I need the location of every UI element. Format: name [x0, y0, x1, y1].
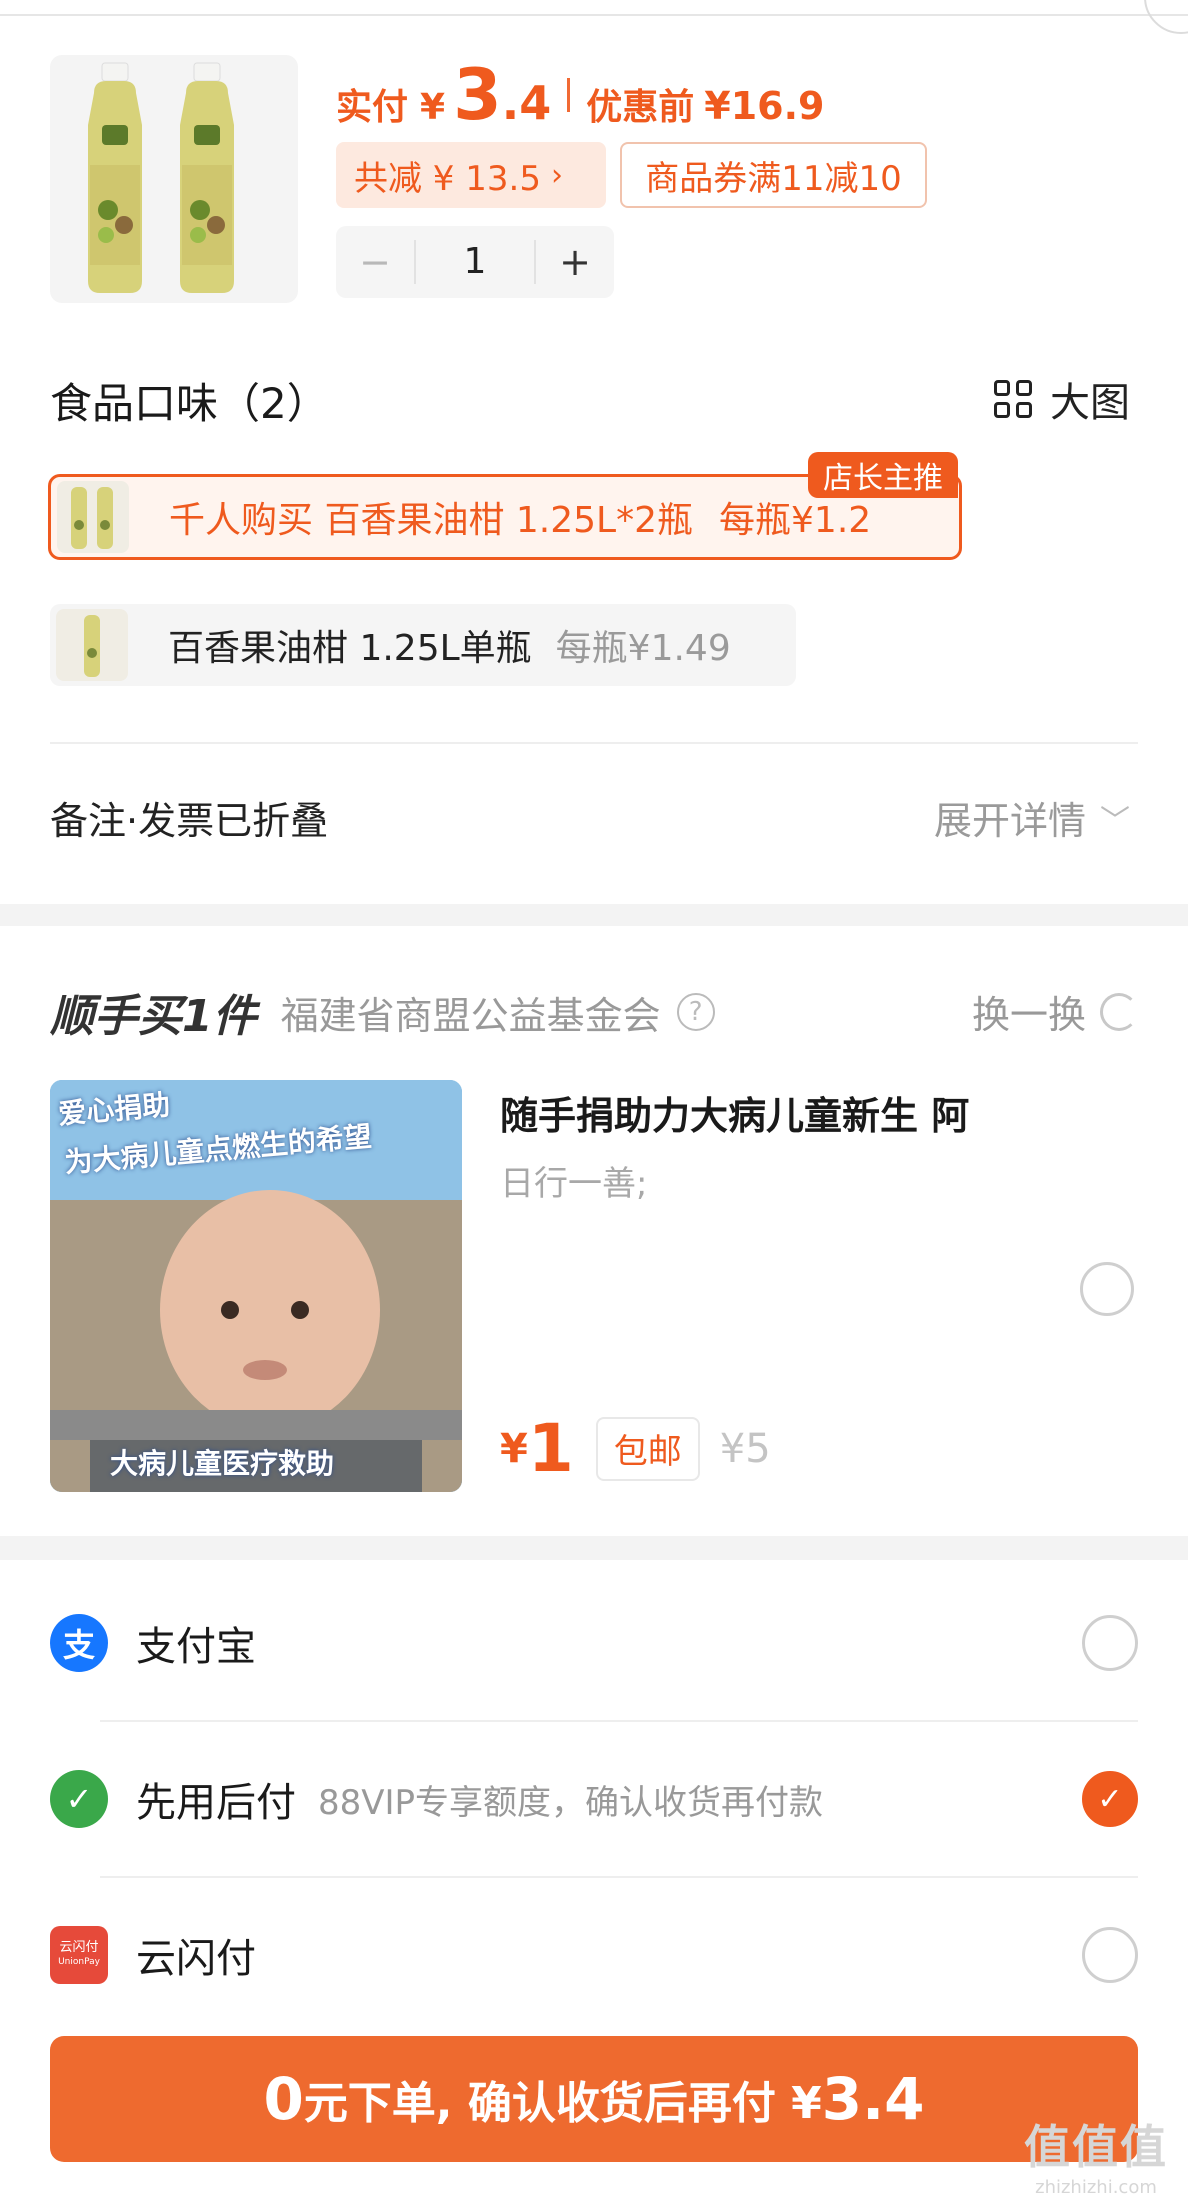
- flavor-title: 食品口味（2）: [50, 379, 329, 428]
- option-thumbnail: [56, 609, 128, 681]
- donation-org: 福建省商盟公益基金会: [280, 993, 661, 1038]
- alipay-icon: 支: [50, 1614, 108, 1672]
- swap-button[interactable]: 换一换: [972, 984, 1138, 1039]
- submit-zero: 0: [263, 2065, 304, 2133]
- donation-title: 顺手买1件: [50, 991, 257, 1042]
- flavor-option[interactable]: 百香果油柑 1.25L单瓶 每瓶¥1.49: [50, 604, 796, 686]
- option-text: 千人购买 百香果油柑 1.25L*2瓶: [169, 500, 694, 541]
- note-invoice-label: 备注·发票已折叠: [50, 799, 329, 843]
- donation-price: 1: [527, 1410, 574, 1487]
- payment-label: 先用后付: [136, 1780, 296, 1826]
- payment-radio[interactable]: [1082, 1927, 1138, 1983]
- option-text: 百香果油柑 1.25L单瓶: [168, 628, 532, 669]
- submit-text: 元下单, 确认收货后再付 ¥: [303, 2078, 822, 2129]
- free-shipping-tag: 包邮: [595, 1416, 700, 1481]
- price-separator: [567, 78, 571, 112]
- paid-price-int: 3: [453, 54, 502, 136]
- section-gap: [0, 1536, 1188, 1560]
- payment-radio[interactable]: [1082, 1615, 1138, 1671]
- shopping-bag-icon: ✓: [50, 1770, 108, 1828]
- big-picture-label: 大图: [1050, 380, 1130, 426]
- payment-sublabel: 88VIP专享额度，确认收货再付款: [318, 1782, 824, 1823]
- help-icon[interactable]: ?: [676, 993, 715, 1031]
- submit-amount: 3.4: [821, 2065, 925, 2133]
- orig-price: ¥16.9: [704, 84, 825, 128]
- grid-icon: [994, 380, 1032, 418]
- swap-label: 换一换: [971, 993, 1086, 1037]
- option-unit-price: 每瓶¥1.2: [719, 500, 872, 541]
- payment-label: 支付宝: [136, 1624, 256, 1670]
- big-picture-button[interactable]: 大图: [994, 370, 1130, 428]
- refresh-icon: [1100, 992, 1138, 1031]
- plus-button[interactable]: +: [536, 240, 614, 284]
- corner-circle: [1144, 0, 1188, 34]
- expand-details-button[interactable]: 展开详情 ﹀: [934, 790, 1130, 845]
- payment-bnpl[interactable]: ✓ 先用后付 88VIP专享额度，确认收货再付款 ✓: [50, 1722, 1138, 1876]
- option-thumbnail: [57, 481, 129, 553]
- payment-label: 云闪付: [136, 1936, 256, 1982]
- top-divider: [0, 14, 1188, 16]
- donation-radio[interactable]: [1080, 1262, 1134, 1316]
- divider: [50, 742, 1138, 744]
- donation-image-caption: 大病儿童医疗救助: [110, 1447, 335, 1480]
- payment-unionpay[interactable]: 云闪付 UnionPay 云闪付: [50, 1878, 1138, 2032]
- recommend-badge: 店长主推: [808, 452, 958, 498]
- orig-price-label: 优惠前: [586, 87, 695, 128]
- quantity-value[interactable]: 1: [414, 240, 536, 284]
- payment-alipay[interactable]: 支 支付宝: [50, 1566, 1138, 1720]
- donation-price-row: ¥ 1 包邮 ¥5: [500, 1410, 771, 1487]
- option-unit-price: 每瓶¥1.49: [555, 628, 731, 669]
- donation-currency: ¥: [500, 1425, 528, 1472]
- donation-desc: 日行一善;: [500, 1164, 648, 1204]
- paid-currency: ¥: [420, 87, 446, 128]
- section-gap: [0, 904, 1188, 926]
- quantity-stepper[interactable]: − 1 +: [336, 226, 614, 298]
- product-image[interactable]: [50, 55, 298, 303]
- minus-button[interactable]: −: [336, 240, 414, 284]
- expand-details-label: 展开详情: [933, 799, 1086, 843]
- watermark-logo: 值值值: [1024, 2120, 1168, 2174]
- chevron-down-icon: ﹀: [1100, 803, 1130, 839]
- donation-name: 随手捐助力大病儿童新生 阿: [500, 1094, 970, 1138]
- price-row: 实付 ¥ 3 .4 优惠前 ¥16.9: [336, 60, 825, 130]
- paid-price-dec: .4: [501, 76, 552, 130]
- donation-header: 顺手买1件 福建省商盟公益基金会 ?: [50, 980, 715, 1044]
- watermark: 值值值 zhizhizhi.com: [1024, 2111, 1168, 2198]
- discount-total-text: 共减 ¥ 13.5: [354, 158, 541, 199]
- coupon-tag: 商品券满11减10: [620, 142, 927, 208]
- submit-order-button[interactable]: 0 元下单, 确认收货后再付 ¥ 3.4: [50, 2036, 1138, 2162]
- watermark-url: zhizhizhi.com: [1035, 2177, 1157, 2198]
- donation-image[interactable]: 爱心捐助 为大病儿童点燃生的希望 大病儿童医疗救助: [50, 1080, 462, 1492]
- paid-label: 实付: [336, 87, 409, 128]
- chevron-right-icon: ›: [550, 157, 563, 193]
- checkmark-icon[interactable]: ✓: [1082, 1771, 1138, 1827]
- discount-total-tag[interactable]: 共减 ¥ 13.5 ›: [336, 142, 606, 208]
- unionpay-icon: 云闪付 UnionPay: [50, 1926, 108, 1984]
- donation-orig-price: ¥5: [719, 1425, 771, 1472]
